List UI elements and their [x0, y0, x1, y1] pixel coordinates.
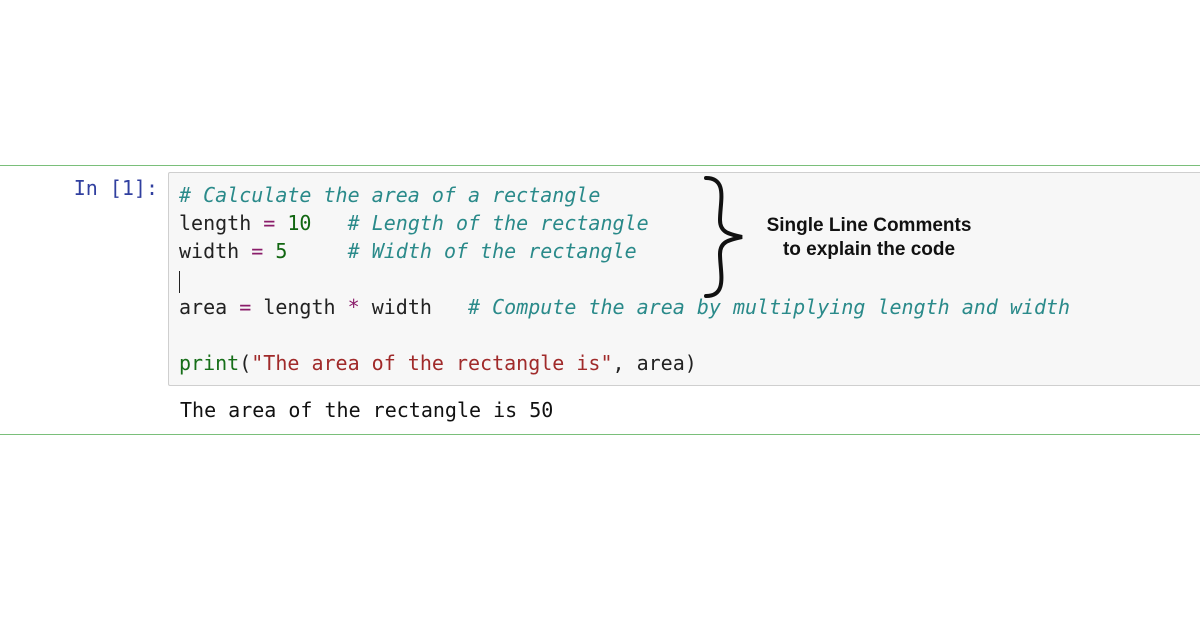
- code-comment: # Width of the rectangle: [348, 239, 637, 263]
- notebook-cell: In [1]: # Calculate the area of a rectan…: [0, 165, 1200, 435]
- code-comment: # Compute the area by multiplying length…: [468, 295, 1070, 319]
- input-prompt: In [1]:: [0, 166, 168, 200]
- code-identifier: width: [372, 295, 432, 319]
- code-identifier: length: [179, 211, 251, 235]
- code-identifier: length: [263, 295, 335, 319]
- code-identifier: width: [179, 239, 239, 263]
- code-operator: =: [251, 239, 263, 263]
- code-operator: =: [263, 211, 275, 235]
- code-number: 5: [275, 239, 287, 263]
- notebook-viewport: In [1]: # Calculate the area of a rectan…: [0, 0, 1200, 630]
- output-prompt: [0, 392, 168, 402]
- text-cursor-icon: [179, 271, 180, 293]
- code-comment: # Calculate the area of a rectangle: [179, 183, 600, 207]
- code-string: "The area of the rectangle is": [251, 351, 612, 375]
- code-identifier: area: [637, 351, 685, 375]
- output-row: The area of the rectangle is 50: [0, 392, 1200, 434]
- output-text: The area of the rectangle is 50: [180, 398, 553, 422]
- code-operator: *: [348, 295, 360, 319]
- prompt-label: In [1]:: [74, 176, 158, 200]
- code-input-area[interactable]: # Calculate the area of a rectangle leng…: [168, 172, 1200, 386]
- code-punct: (: [239, 351, 251, 375]
- code-punct: ,: [613, 351, 625, 375]
- code-number: 10: [287, 211, 311, 235]
- code-function: print: [179, 351, 239, 375]
- cell-output: The area of the rectangle is 50: [168, 392, 1200, 434]
- code-operator: =: [239, 295, 251, 319]
- code-comment: # Length of the rectangle: [348, 211, 649, 235]
- code-identifier: area: [179, 295, 227, 319]
- input-row: In [1]: # Calculate the area of a rectan…: [0, 166, 1200, 392]
- code-punct: ): [685, 351, 697, 375]
